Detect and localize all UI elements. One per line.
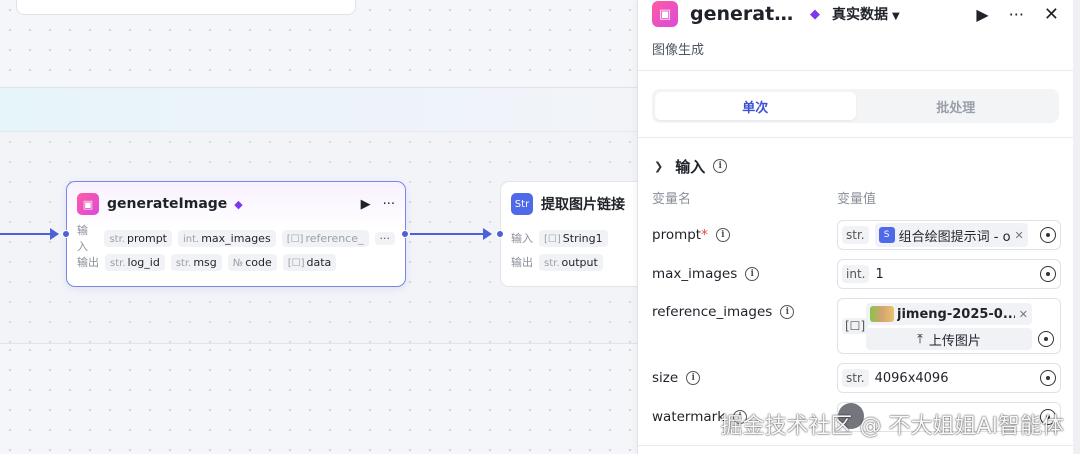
- edge-node1-to-node2-arrow: [483, 228, 492, 240]
- field-max-images: max_images i int. 1: [652, 259, 1061, 289]
- image-generate-icon: ▣: [77, 193, 99, 215]
- input-chip: str. prompt: [104, 229, 172, 247]
- panel-subtitle: 图像生成: [652, 43, 705, 58]
- caret-down-icon: ▼: [892, 11, 900, 22]
- text-process-icon: S: [878, 227, 895, 243]
- edge-node1-to-node2: [410, 233, 484, 235]
- variable-select-icon[interactable]: [1040, 370, 1056, 386]
- inputs-more-button[interactable]: ···: [374, 231, 395, 245]
- node-extract-image-link[interactable]: Str 提取图片链接 输入 [☐] String1 输出 str. output: [500, 181, 637, 287]
- section-title: 输入: [675, 157, 706, 176]
- edge-incoming: [0, 233, 50, 235]
- node-inputs-row: 输入 str. prompt int. max_images [☐] referenc…: [67, 224, 405, 253]
- node2-input-port[interactable]: [496, 230, 504, 238]
- chevron-down-icon: ❯: [654, 159, 664, 173]
- run-icon[interactable]: ▶: [976, 5, 988, 24]
- remove-image-icon[interactable]: ✕: [1019, 308, 1028, 321]
- output-chip: str. msg: [170, 253, 222, 271]
- variable-select-icon[interactable]: [1040, 266, 1056, 282]
- text-process-icon: Str: [511, 193, 533, 215]
- premium-gem-icon: ◆: [810, 6, 820, 22]
- edge-incoming-arrow: [50, 228, 59, 240]
- workflow-canvas[interactable]: ▣ generateImage ◆ ▶ ··· 输入 str. prompt in…: [0, 0, 637, 454]
- right-edge-strip: [1073, 0, 1080, 454]
- field-size: size i str. 4096x4096: [652, 363, 1061, 393]
- run-mode-tabs: 单次 批处理: [652, 89, 1059, 123]
- type-badge: str.: [842, 369, 869, 387]
- field-label: prompt: [652, 227, 702, 243]
- uploaded-image-item[interactable]: jimeng-2025-0... ✕: [866, 303, 1032, 325]
- input-value: 4096x4096: [874, 370, 949, 386]
- image-name: jimeng-2025-0...: [897, 306, 1015, 322]
- node-more-icon[interactable]: ···: [383, 197, 395, 212]
- variable-select-icon[interactable]: [1040, 227, 1056, 243]
- field-label: size: [652, 370, 679, 386]
- info-icon: i: [686, 371, 701, 385]
- node1-output-port[interactable]: [401, 230, 409, 238]
- variable-select-icon[interactable]: [1038, 331, 1054, 347]
- input-chip: int. max_images: [178, 229, 276, 247]
- size-input[interactable]: str. 4096x4096: [837, 363, 1061, 393]
- info-icon: i: [780, 305, 795, 319]
- inputs-label: 输入: [511, 232, 533, 245]
- image-type-icon: [☐]: [842, 318, 869, 334]
- max-images-input[interactable]: int. 1: [837, 259, 1061, 289]
- image-thumbnail: [870, 306, 894, 322]
- node1-input-port[interactable]: [62, 230, 70, 238]
- node-title: generateImage: [107, 196, 228, 212]
- field-label: max_images: [652, 266, 738, 282]
- reference-images-box[interactable]: [☐] jimeng-2025-0... ✕ ⤒ 上传图片: [837, 298, 1061, 354]
- node-outputs-row: 输出 str. output: [501, 250, 637, 274]
- premium-gem-icon: ◆: [234, 197, 243, 211]
- field-prompt: prompt * i str. S 组合绘图提示词 - o ✕: [652, 220, 1061, 250]
- input-value: 1: [875, 266, 884, 282]
- data-mode-dropdown[interactable]: 真实数据 ▼: [832, 4, 900, 24]
- node-outputs-row: 输出 str. log_id str. msg № code [☐] data: [67, 250, 405, 274]
- run-node-icon[interactable]: ▶: [361, 197, 371, 212]
- type-badge: int.: [842, 265, 870, 283]
- info-icon: i: [713, 159, 728, 173]
- remove-ref-icon[interactable]: ✕: [1015, 229, 1024, 242]
- field-reference-images: reference_images i [☐] jimeng-2025-0... ✕…: [652, 298, 1061, 354]
- required-mark: *: [701, 227, 708, 243]
- more-icon[interactable]: ···: [1009, 5, 1024, 24]
- col-variable-value: 变量值: [837, 192, 877, 207]
- outputs-label: 输出: [77, 256, 99, 269]
- input-chip: [☐] String1: [539, 229, 608, 247]
- outputs-label: 输出: [511, 256, 533, 269]
- input-section-header[interactable]: ❯ 输入 i: [638, 154, 1073, 178]
- output-chip: str. output: [539, 253, 603, 271]
- column-headers: 变量名 变量值: [638, 188, 1073, 207]
- canvas-top-node-card[interactable]: [16, 0, 356, 15]
- image-generate-icon: ▣: [652, 1, 678, 27]
- prompt-value-box[interactable]: str. S 组合绘图提示词 - o ✕: [837, 220, 1061, 250]
- site-watermark: 掘金技术社区 @ 不大姐姐AI智能体: [720, 414, 1064, 439]
- info-icon: i: [715, 228, 730, 242]
- field-label: reference_images: [652, 304, 773, 320]
- node-test-panel: ▣ generateIm... ◆ 真实数据▼ ▶ ··· ✕ 图像生成 单次 …: [637, 0, 1073, 454]
- output-chip: str. log_id: [105, 253, 165, 271]
- node-title: 提取图片链接: [541, 197, 625, 213]
- col-variable-name: 变量名: [652, 192, 692, 207]
- node-generate-image[interactable]: ▣ generateImage ◆ ▶ ··· 输入 str. prompt in…: [66, 181, 406, 287]
- variable-ref-pill[interactable]: S 组合绘图提示词 - o ✕: [874, 223, 1028, 247]
- upload-image-button[interactable]: ⤒ 上传图片: [866, 328, 1032, 350]
- tab-batch[interactable]: 批处理: [856, 92, 1057, 120]
- output-chip: № code: [227, 253, 277, 271]
- type-badge: str.: [842, 226, 869, 244]
- upload-icon: ⤒: [917, 331, 923, 347]
- tab-single[interactable]: 单次: [655, 92, 856, 120]
- close-icon[interactable]: ✕: [1044, 4, 1059, 25]
- lane-header: [0, 88, 637, 132]
- inputs-label: 输入: [77, 224, 88, 253]
- node-inputs-row: 输入 [☐] String1: [501, 226, 637, 250]
- input-chip: [☐] reference_: [281, 229, 369, 247]
- info-icon: i: [745, 267, 760, 281]
- output-chip: [☐] data: [282, 253, 337, 271]
- field-label: watermark: [652, 409, 726, 425]
- ref-label: 组合绘图提示词 - o: [898, 229, 1011, 245]
- panel-title: generateIm...: [690, 3, 800, 25]
